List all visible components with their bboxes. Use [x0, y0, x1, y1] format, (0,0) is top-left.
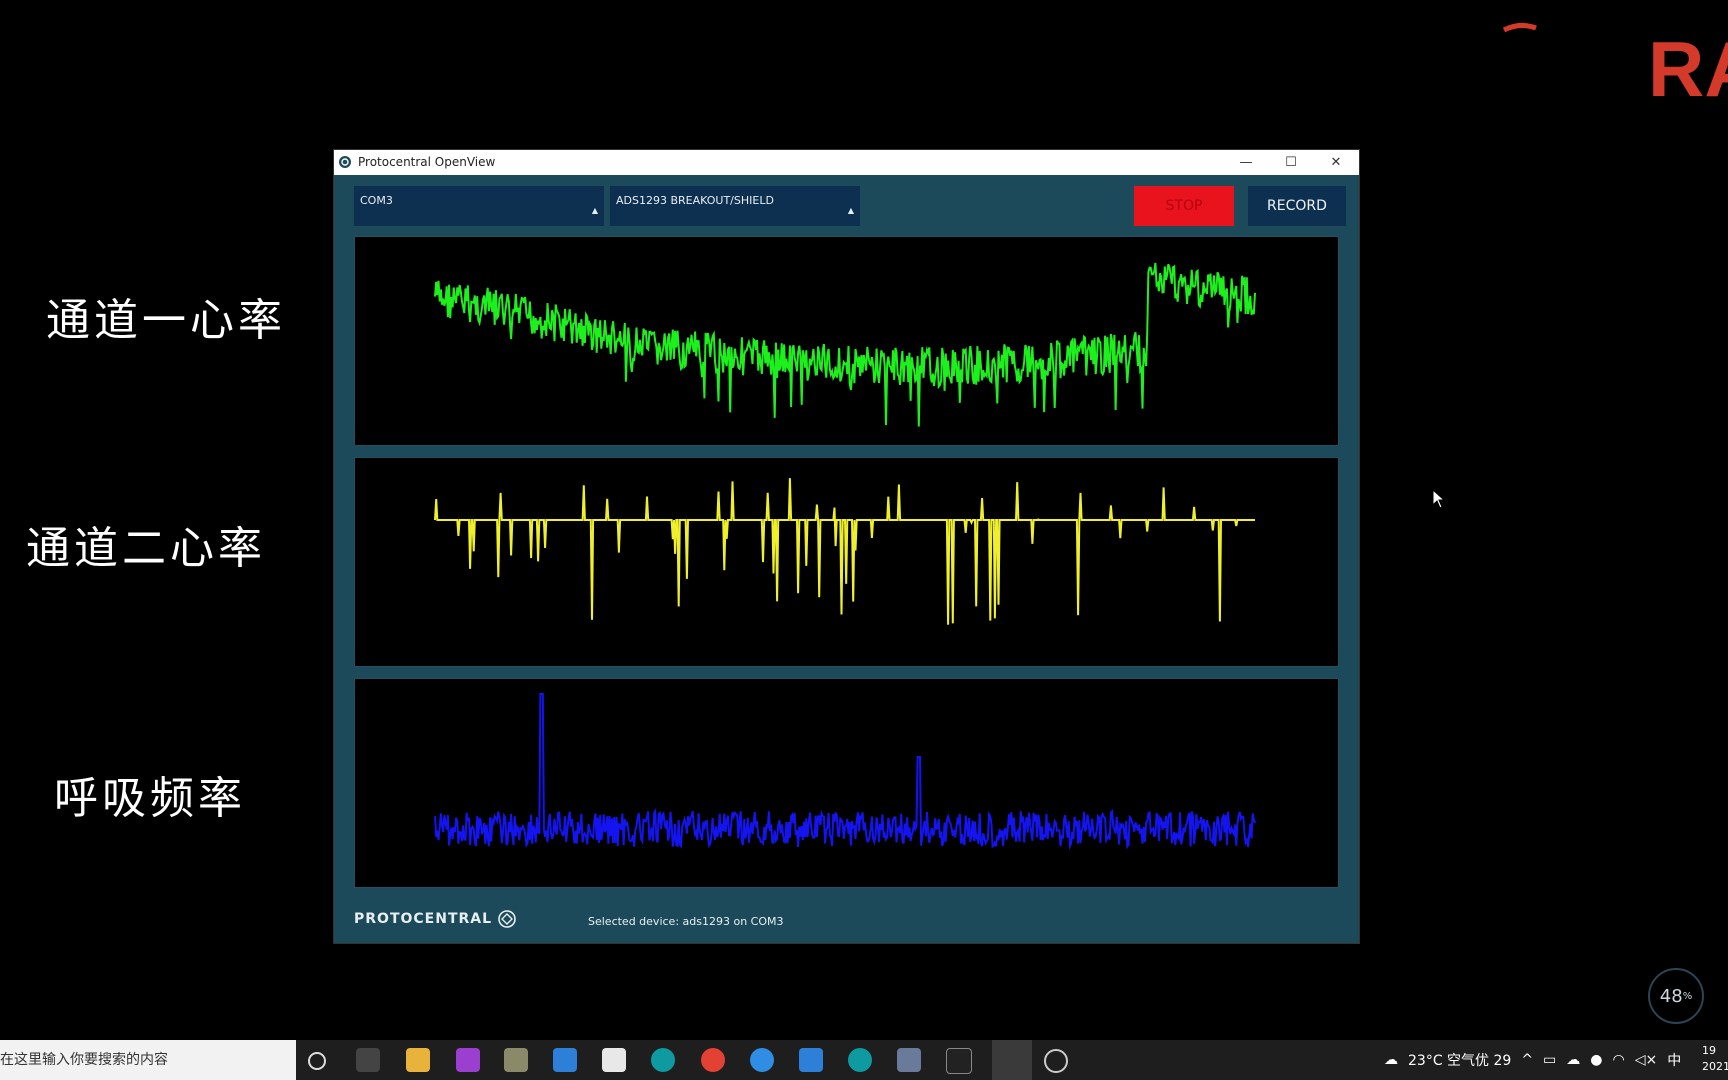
window-title: Protocentral OpenView	[358, 155, 496, 169]
caption-respiration-rate: 呼吸频率	[54, 773, 246, 824]
usage-unit: %	[1682, 990, 1693, 1002]
clock-date: 2021	[1702, 1060, 1728, 1073]
plot-channel-1	[354, 236, 1339, 446]
close-button[interactable]: ✕	[1314, 150, 1358, 175]
title-bar[interactable]: Protocentral OpenView — ☐ ✕	[334, 150, 1359, 175]
arduino-icon[interactable]	[848, 1048, 872, 1072]
chrome-icon[interactable]	[701, 1048, 725, 1072]
board-select[interactable]: ADS1293 BREAKOUT/SHIELD ▲	[610, 186, 860, 226]
clock-time: 19	[1702, 1044, 1716, 1057]
plot-channel-2	[354, 457, 1339, 667]
maximize-button[interactable]: ☐	[1269, 150, 1313, 175]
wifi-icon: ◠	[1612, 1052, 1625, 1068]
trace-respiration	[434, 693, 1256, 850]
cloud-app-icon[interactable]	[799, 1048, 823, 1072]
caret-up-icon: ▲	[591, 206, 598, 215]
app-icon[interactable]	[602, 1048, 626, 1072]
app-icon[interactable]	[456, 1048, 480, 1072]
openview-taskbar-button[interactable]	[992, 1040, 1032, 1080]
caret-up-icon: ▲	[847, 206, 854, 215]
caption-channel-2-heart-rate: 通道二心率	[26, 523, 266, 574]
onedrive-icon: ☁	[1566, 1052, 1581, 1068]
openview-window: Protocentral OpenView — ☐ ✕ COM3 ▲ ADS12…	[334, 150, 1359, 943]
board-select-value: ADS1293 BREAKOUT/SHIELD	[616, 194, 774, 207]
port-select[interactable]: COM3 ▲	[354, 186, 604, 226]
minimize-button[interactable]: —	[1224, 150, 1268, 175]
app-icon[interactable]	[897, 1048, 921, 1072]
cloud-app-icon[interactable]	[553, 1048, 577, 1072]
cloud-icon: ☁	[1384, 1052, 1398, 1068]
app-icon[interactable]	[946, 1048, 972, 1074]
usage-ring[interactable]: 48%	[1648, 968, 1704, 1024]
protocentral-logo: PROTOCENTRAL	[354, 908, 518, 930]
chevron-up-icon[interactable]: ^	[1521, 1052, 1533, 1068]
logo-text: PROTOCENTRAL	[354, 911, 493, 927]
browser-icon[interactable]	[750, 1048, 774, 1072]
stop-button[interactable]: STOP	[1134, 186, 1234, 226]
usage-value: 48	[1659, 985, 1683, 1007]
taskbar: 在这里输入你要搜索的内容 ☁ 23°C 空气优 29 ^ ▭ ☁ ● ◠ ◁× …	[0, 1040, 1728, 1080]
file-explorer-icon[interactable]	[406, 1048, 430, 1072]
microphone-icon: ●	[1590, 1052, 1603, 1068]
ime-indicator[interactable]: 中	[1667, 1050, 1681, 1070]
app-icon[interactable]	[504, 1048, 528, 1072]
arduino-icon[interactable]	[651, 1048, 675, 1072]
weather-text[interactable]: 23°C 空气优 29	[1408, 1050, 1511, 1070]
plot-respiration	[354, 678, 1339, 888]
battery-icon: ▭	[1543, 1052, 1557, 1068]
trace-channel-1	[434, 262, 1256, 427]
task-view-icon[interactable]	[356, 1048, 380, 1072]
brand-text: RA	[1648, 25, 1728, 100]
taskbar-search-input[interactable]: 在这里输入你要搜索的内容	[0, 1040, 296, 1080]
trace-channel-2	[434, 478, 1255, 625]
system-tray: ☁ 23°C 空气优 29 ^ ▭ ☁ ● ◠ ◁× 中	[1384, 1040, 1681, 1080]
obs-icon[interactable]	[1044, 1049, 1068, 1073]
mouse-cursor-icon	[1432, 489, 1446, 509]
brand-logo-fragment: RA	[1502, 22, 1728, 100]
clock[interactable]: 19 2021	[1702, 1043, 1728, 1075]
record-button[interactable]: RECORD	[1248, 186, 1346, 226]
volume-icon: ◁×	[1634, 1052, 1658, 1068]
logo-emblem-icon	[498, 910, 516, 928]
status-text: Selected device: ads1293 on COM3	[588, 915, 784, 928]
caption-channel-1-heart-rate: 通道一心率	[46, 295, 286, 346]
app-icon	[339, 156, 351, 168]
port-select-value: COM3	[360, 194, 393, 207]
cortana-icon[interactable]	[308, 1052, 326, 1070]
